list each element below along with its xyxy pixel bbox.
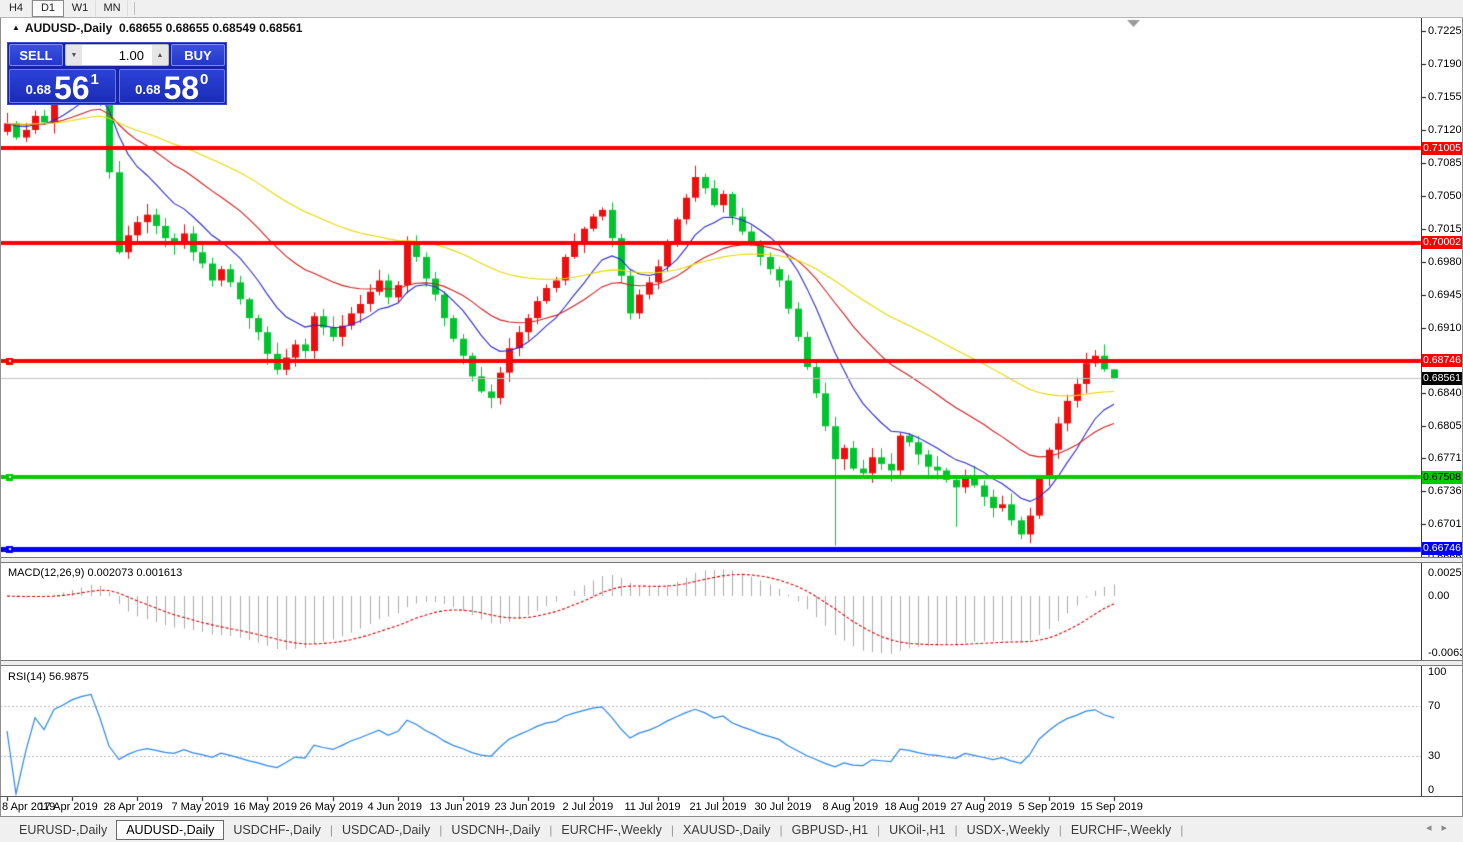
date-tick-label: 8 Aug 2019 <box>822 801 879 813</box>
buy-price-button[interactable]: 0.68 58 0 <box>118 69 225 106</box>
rsi-axis-label: 70 <box>1428 699 1441 712</box>
price-tick-label: 0.70150 <box>1428 222 1463 235</box>
date-tick-label: 18 Aug 2019 <box>884 801 947 813</box>
buy-price-pip: 0 <box>200 71 209 88</box>
chart-tab-eurusd-daily[interactable]: EURUSD-,Daily <box>10 820 116 840</box>
timeframe-button-d1[interactable]: D1 <box>32 0 64 17</box>
chart-tab-usdx-weekly[interactable]: USDX-,Weekly <box>958 820 1059 840</box>
date-tick-label: 5 Sep 2019 <box>1018 801 1075 813</box>
date-tick-label: 23 Jun 2019 <box>494 801 555 813</box>
date-tick-label: 16 May 2019 <box>233 801 298 813</box>
rsi-axis-label: 100 <box>1428 666 1447 678</box>
date-tick-label: 11 Jul 2019 <box>624 801 681 813</box>
timeframe-button-h4[interactable]: H4 <box>0 0 32 17</box>
rsi-axis-label: 0 <box>1428 784 1435 796</box>
date-tick-label: 4 Jun 2019 <box>367 801 422 813</box>
macd-axis-label: 0.002574 <box>1428 567 1463 579</box>
chart-tab-xauusd-daily[interactable]: XAUUSD-,Daily <box>674 820 780 840</box>
price-tick-label: 0.69450 <box>1428 288 1463 301</box>
price-tick-label: 0.67710 <box>1428 452 1463 465</box>
price-tick-label: 0.71550 <box>1428 91 1463 104</box>
line-price-label: 0.70002 <box>1422 236 1462 250</box>
chart-tab-audusd-daily[interactable]: AUDUSD-,Daily <box>116 819 225 840</box>
collapse-panel-icon[interactable]: ▲ <box>12 23 20 32</box>
date-tick-label: 27 Aug 2019 <box>950 801 1013 813</box>
sell-price-button[interactable]: 0.68 56 1 <box>9 69 116 106</box>
date-tick-label: 30 Jul 2019 <box>754 801 812 813</box>
price-tick-label: 0.72250 <box>1428 25 1463 38</box>
chart-tab-eurchf-weekly[interactable]: EURCHF-,Weekly <box>552 820 670 840</box>
sell-price-big: 56 <box>53 69 90 106</box>
tab-separator: | <box>1180 822 1184 837</box>
price-tick-label: 0.68400 <box>1428 387 1463 400</box>
chart-tab-usdcad-daily[interactable]: USDCAD-,Daily <box>333 820 439 840</box>
price-tick-label: 0.67010 <box>1428 518 1463 531</box>
sell-price-prefix: 0.68 <box>25 82 51 97</box>
line-price-label: 0.67508 <box>1422 470 1462 484</box>
tab-scroll-left-icon[interactable]: ◂ <box>1426 822 1442 834</box>
date-axis-border <box>0 796 1463 797</box>
date-tick-label: 2 Jul 2019 <box>562 801 614 813</box>
price-tick-label: 0.71200 <box>1428 123 1463 136</box>
trade-panel-top-row: SELL ▼ ▲ BUY <box>9 44 225 66</box>
chart-tab-bar: EURUSD-,Daily AUDUSD-,Daily USDCHF-,Daily |… <box>0 817 1463 842</box>
buy-price-prefix: 0.68 <box>135 82 161 97</box>
line-price-label: 0.68746 <box>1422 354 1462 368</box>
date-tick-label: 26 May 2019 <box>299 801 364 813</box>
price-tick-label: 0.69100 <box>1428 321 1463 334</box>
chart-tab-usdcnh-daily[interactable]: USDCNH-,Daily <box>442 820 549 840</box>
toolbar-group-divider <box>134 2 135 15</box>
chart-tab-usdchf-daily[interactable]: USDCHF-,Daily <box>224 820 330 840</box>
macd-panel-splitter[interactable] <box>0 557 1463 563</box>
chart-tab-eurchf-weekly[interactable]: EURCHF-,Weekly <box>1062 820 1180 840</box>
line-price-label: 0.71005 <box>1422 141 1462 155</box>
price-tick-label: 0.70850 <box>1428 156 1463 169</box>
date-tick-label: 17 Apr 2019 <box>38 801 98 813</box>
price-tick-label: 0.67360 <box>1428 485 1463 498</box>
chart-canvas[interactable] <box>0 0 1463 842</box>
macd-axis-label: -0.006326 <box>1428 647 1463 659</box>
date-tick-label: 7 May 2019 <box>171 801 229 813</box>
price-tick-label: 0.70500 <box>1428 189 1463 202</box>
tab-scroll-arrows: ◂▸ <box>1426 821 1457 834</box>
volume-increase-icon[interactable]: ▲ <box>152 45 168 65</box>
volume-stepper: ▼ ▲ <box>65 44 169 66</box>
chart-tab-ukoil-h1[interactable]: UKOil-,H1 <box>880 820 954 840</box>
date-tick-label: 13 Jun 2019 <box>429 801 490 813</box>
timeframe-toolbar: H4 D1 W1 MN <box>0 0 1463 18</box>
trade-panel-price-row: 0.68 56 1 0.68 58 0 <box>9 69 225 106</box>
chart-tab-gbpusd-h1[interactable]: GBPUSD-,H1 <box>783 820 877 840</box>
sell-button[interactable]: SELL <box>9 44 63 66</box>
buy-button[interactable]: BUY <box>171 44 225 66</box>
rsi-indicator-label: RSI(14) 56.9875 <box>8 671 89 683</box>
ohlc-values: 0.68655 0.68655 0.68549 0.68561 <box>118 21 303 35</box>
tab-scroll-right-icon[interactable]: ▸ <box>1441 822 1457 834</box>
date-tick-label: 28 Apr 2019 <box>103 801 163 813</box>
price-tick-label: 0.69800 <box>1428 255 1463 268</box>
timeframe-button-w1[interactable]: W1 <box>64 0 96 17</box>
chart-title: ▲ AUDUSD-,Daily 0.68655 0.68655 0.68549 0… <box>12 21 302 35</box>
date-tick-label: 21 Jul 2019 <box>689 801 747 813</box>
volume-input[interactable] <box>82 45 152 65</box>
macd-axis-label: 0.00 <box>1428 590 1450 603</box>
price-tick-label: 0.71900 <box>1428 58 1463 71</box>
platform-window: H4 D1 W1 MN ▲ AUDUSD-,Daily 0.68655 0.68655 … <box>0 0 1463 842</box>
macd-indicator-label: MACD(12,26,9) 0.002073 0.001613 <box>8 567 183 579</box>
rsi-axis-label: 30 <box>1428 750 1441 763</box>
volume-decrease-icon[interactable]: ▼ <box>66 45 82 65</box>
line-price-label: 0.66746 <box>1422 542 1462 556</box>
price-tick-label: 0.68050 <box>1428 420 1463 433</box>
current-price-label: 0.68561 <box>1422 371 1462 385</box>
rsi-panel-splitter[interactable] <box>0 660 1463 666</box>
date-tick-label: 15 Sep 2019 <box>1080 801 1143 813</box>
sell-price-pip: 1 <box>90 71 99 88</box>
one-click-trade-panel: SELL ▼ ▲ BUY 0.68 56 1 0.68 58 0 <box>7 42 227 105</box>
chart-window-left-border <box>0 18 1 816</box>
symbol-label: AUDUSD-,Daily <box>24 21 113 35</box>
price-axis-divider <box>1421 18 1422 796</box>
timeframe-button-mn[interactable]: MN <box>96 0 128 17</box>
buy-price-big: 58 <box>163 69 200 106</box>
